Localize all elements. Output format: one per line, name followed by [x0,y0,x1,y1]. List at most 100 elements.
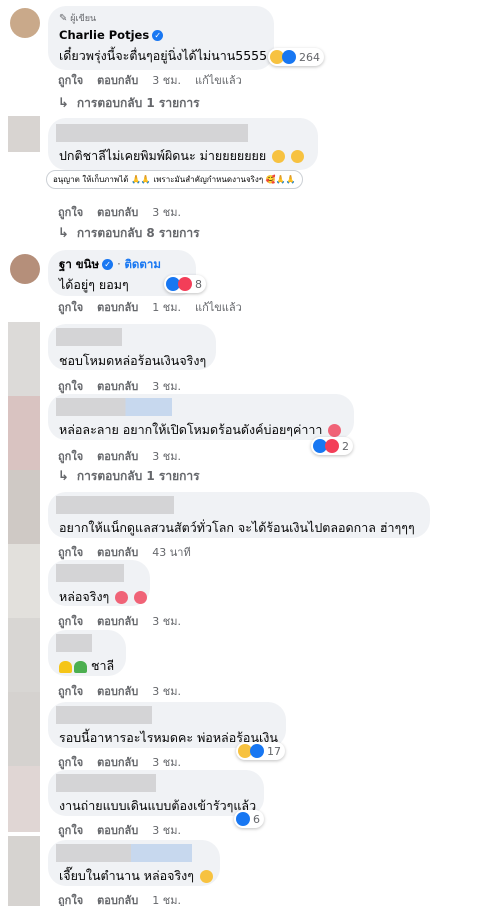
laughing-emoji-icon [272,150,286,163]
edited-label: แก้ไขแล้ว [194,301,242,314]
reply-button[interactable]: ตอบกลับ [97,682,138,700]
comment-text: ได้อยู่ๆ ยอมๆ [59,277,129,292]
reply-button[interactable]: ตอบกลับ [97,612,138,630]
view-replies-button[interactable]: ↳ การตอบกลับ 8 รายการ [58,224,200,243]
sticker-note: อนุญาต ให้เก็บภาพได้ 🙏🙏 เพราะมันสำคัญกำห… [46,170,303,189]
like-button[interactable]: ถูกใจ [58,682,83,700]
like-button[interactable]: ถูกใจ [58,543,83,561]
avatar[interactable] [8,396,40,470]
author-name-redacted [56,328,122,346]
author-name-redacted [56,634,92,652]
reply-button[interactable]: ตอบกลับ [97,71,138,89]
author-name-redacted [56,844,192,862]
timestamp[interactable]: 3 ชม. [152,447,181,465]
reply-button[interactable]: ตอบกลับ [97,298,138,316]
like-button[interactable]: ถูกใจ [58,447,83,465]
comment-actions: ถูกใจ ตอบกลับ 3 ชม. [58,377,195,395]
laughing-emoji-icon [199,870,213,883]
pen-icon: ✎ [59,13,68,24]
avatar[interactable] [8,836,40,906]
reply-arrow-icon: ↳ [58,96,69,111]
reply-button[interactable]: ตอบกลับ [97,377,138,395]
comment-text: หล่อละลาย อยากให้เปิดโหมดร้อนดังค์บ่อยๆค… [59,420,342,440]
comment-actions: ถูกใจ ตอบกลับ 3 ชม. แก้ไขแล้ว [58,71,256,89]
comment-author[interactable]: ฐา ขนิษ ✓ · ติดตาม [59,256,161,274]
avatar[interactable] [8,692,40,766]
author-badge: ✎ ผู้เขียน [59,13,97,24]
like-button[interactable]: ถูกใจ [58,612,83,630]
comment-text: ปกติชาลีไม่เคยพิมพ์ผิดนะ ม่ายยยยยยย [59,146,305,166]
view-replies-button[interactable]: ↳ การตอบกลับ 1 รายการ [58,94,200,113]
comment-text: งานถ่ายแบบเดินแบบต้องเข้ารัวๆแล้ว [59,798,257,813]
love-reaction-icon [325,439,339,453]
reply-button[interactable]: ตอบกลับ [97,821,138,839]
avatar[interactable] [8,116,40,152]
comment-actions: ถูกใจ ตอบกลับ 1 ชม. [58,891,195,906]
verified-icon: ✓ [102,259,114,270]
reaction-summary[interactable]: 17 [236,742,285,760]
timestamp[interactable]: 3 ชม. [152,612,181,630]
reply-arrow-icon: ↳ [58,469,69,484]
comment-actions: ถูกใจ ตอบกลับ 43 นาที [58,543,205,561]
comment-text: เจี๊ยบในตำนาน หล่อจริงๆ [59,866,213,886]
comment-actions: ถูกใจ ตอบกลับ 3 ชม. [58,203,195,221]
timestamp[interactable]: 3 ชม. [152,71,181,89]
reply-button[interactable]: ตอบกลับ [97,447,138,465]
like-button[interactable]: ถูกใจ [58,203,83,221]
like-button[interactable]: ถูกใจ [58,753,83,771]
green-heart-icon [74,660,87,673]
timestamp[interactable]: 3 ชม. [152,377,181,395]
reply-button[interactable]: ตอบกลับ [97,543,138,561]
reply-button[interactable]: ตอบกลับ [97,203,138,221]
like-button[interactable]: ถูกใจ [58,891,83,906]
timestamp[interactable]: 3 ชม. [152,682,181,700]
like-button[interactable]: ถูกใจ [58,821,83,839]
reaction-summary[interactable]: 2 [311,437,353,455]
author-name-redacted [56,564,124,582]
comment-actions: ถูกใจ ตอบกลับ 3 ชม. [58,682,195,700]
timestamp[interactable]: 3 ชม. [152,821,181,839]
avatar[interactable] [8,544,40,618]
author-name-redacted [56,496,174,514]
like-button[interactable]: ถูกใจ [58,71,83,89]
avatar[interactable] [10,8,40,38]
comment-actions: ถูกใจ ตอบกลับ 3 ชม. [58,753,195,771]
author-name-redacted [56,774,156,792]
like-reaction-icon [282,50,296,64]
heart-eyes-emoji-icon [115,591,129,604]
avatar[interactable] [8,322,40,396]
reply-arrow-icon: ↳ [58,226,69,241]
yellow-heart-icon [59,660,72,673]
timestamp[interactable]: 1 ชม. [152,298,181,316]
avatar[interactable] [10,254,40,284]
reaction-summary[interactable]: 8 [164,275,206,293]
reply-button[interactable]: ตอบกลับ [97,753,138,771]
comment-text: หล่อจริงๆ [59,587,148,607]
timestamp[interactable]: 1 ชม. [152,891,181,906]
like-button[interactable]: ถูกใจ [58,298,83,316]
comment-actions: ถูกใจ ตอบกลับ 3 ชม. [58,821,195,839]
love-reaction-icon [178,277,192,291]
avatar[interactable] [8,618,40,692]
comment-actions: ถูกใจ ตอบกลับ 1 ชม. แก้ไขแล้ว [58,298,256,316]
comment-actions: ถูกใจ ตอบกลับ 3 ชม. [58,447,195,465]
author-name-redacted [56,706,152,724]
reply-button[interactable]: ตอบกลับ [97,891,138,906]
comment-text: อยากให้แน็กดูแลสวนสัตว์ทั่วโลก จะได้ร้อน… [59,520,415,535]
comment-actions: ถูกใจ ตอบกลับ 3 ชม. [58,612,195,630]
timestamp[interactable]: 43 นาที [152,543,190,561]
timestamp[interactable]: 3 ชม. [152,203,181,221]
reaction-summary[interactable]: 264 [268,48,324,66]
avatar[interactable] [8,470,40,544]
grinning-emoji-icon [291,150,305,163]
avatar[interactable] [8,766,40,832]
like-button[interactable]: ถูกใจ [58,377,83,395]
timestamp[interactable]: 3 ชม. [152,753,181,771]
reaction-summary[interactable]: 6 [234,810,264,828]
view-replies-button[interactable]: ↳ การตอบกลับ 1 รายการ [58,467,200,486]
edited-label: แก้ไขแล้ว [194,74,242,87]
comment-author[interactable]: Charlie Potjes ✓ [59,28,164,42]
like-reaction-icon [250,744,264,758]
author-name-redacted [56,124,248,142]
follow-button[interactable]: ติดตาม [124,257,160,271]
